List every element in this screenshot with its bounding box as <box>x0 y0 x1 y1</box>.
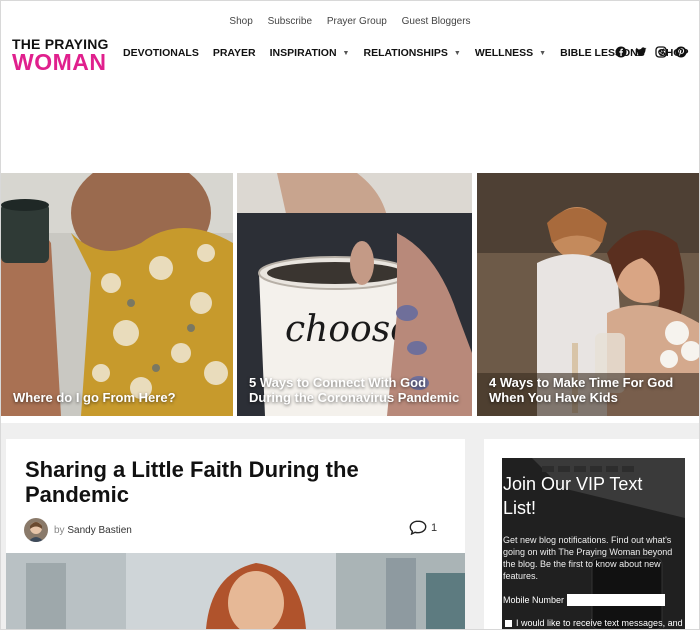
pinterest-icon[interactable] <box>675 46 687 58</box>
hero-post-3[interactable]: 4 Ways to Make Time For God When You Hav… <box>477 173 699 416</box>
chevron-down-icon: ▼ <box>539 49 547 57</box>
sms-consent-row: I would like to receive text messages, a… <box>505 618 683 628</box>
instagram-icon[interactable] <box>655 46 667 58</box>
comments-link[interactable]: 1 <box>409 520 437 535</box>
top-link-guest-bloggers[interactable]: Guest Bloggers <box>402 16 471 27</box>
nav-item-wellness[interactable]: WELLNESS ▼ <box>475 47 546 59</box>
page: Shop Subscribe Prayer Group Guest Blogge… <box>0 0 700 630</box>
social-links <box>615 46 687 58</box>
article-image[interactable] <box>6 553 465 629</box>
nav-item-devotionals[interactable]: DEVOTIONALS <box>123 47 199 59</box>
chevron-down-icon: ▼ <box>453 49 461 57</box>
comment-count: 1 <box>431 521 438 534</box>
author-name[interactable]: Sandy Bastien <box>67 525 132 536</box>
svg-text:choose: choose <box>285 309 411 350</box>
sms-consent-label: I would like to receive text messages, a… <box>516 618 683 628</box>
top-links: Shop Subscribe Prayer Group Guest Blogge… <box>1 16 699 27</box>
site-logo[interactable]: THE PRAYING WOMAN <box>12 37 109 74</box>
vip-title: Join Our VIP Text List! <box>503 474 643 518</box>
top-link-subscribe[interactable]: Subscribe <box>268 16 312 27</box>
twitter-icon[interactable] <box>635 46 647 58</box>
main-nav: DEVOTIONALS PRAYER INSPIRATION ▼ RELATION… <box>123 47 699 59</box>
nav-item-relationships[interactable]: RELATIONSHIPS ▼ <box>363 47 460 59</box>
top-link-shop[interactable]: Shop <box>229 16 252 27</box>
logo-line-2: WOMAN <box>12 49 107 75</box>
nav-item-inspiration[interactable]: INSPIRATION ▼ <box>270 47 350 59</box>
hero-caption: Where do I go From Here? <box>13 390 176 405</box>
top-link-prayer-group[interactable]: Prayer Group <box>327 16 387 27</box>
vip-description: Get new blog notifications. Find out wha… <box>503 535 673 581</box>
facebook-icon[interactable] <box>615 46 627 58</box>
mobile-number-row: Mobile Number <box>503 594 666 606</box>
nav-item-prayer[interactable]: PRAYER <box>213 47 256 59</box>
mobile-number-input[interactable] <box>567 594 666 606</box>
author-avatar[interactable] <box>24 518 48 542</box>
byline: by Sandy Bastien <box>54 525 132 536</box>
mobile-number-label: Mobile Number <box>503 595 565 605</box>
hero-image-woman-mug <box>1 173 233 416</box>
article-title[interactable]: Sharing a Little Faith During the Pandem… <box>25 457 425 507</box>
hero-caption: 5 Ways to Connect With God During the Co… <box>249 375 460 405</box>
byline-prefix: by <box>54 525 65 536</box>
vip-signup-widget: Join Our VIP Text List! Get new blog not… <box>502 458 685 629</box>
sms-consent-checkbox[interactable] <box>505 619 512 627</box>
comment-icon <box>409 520 427 535</box>
hero-caption: 4 Ways to Make Time For God When You Hav… <box>489 375 674 405</box>
hero-post-2[interactable]: choose 5 Ways to Connect With God During… <box>237 173 472 416</box>
hero-post-1[interactable]: Where do I go From Here? <box>1 173 233 416</box>
chevron-down-icon: ▼ <box>342 49 350 57</box>
